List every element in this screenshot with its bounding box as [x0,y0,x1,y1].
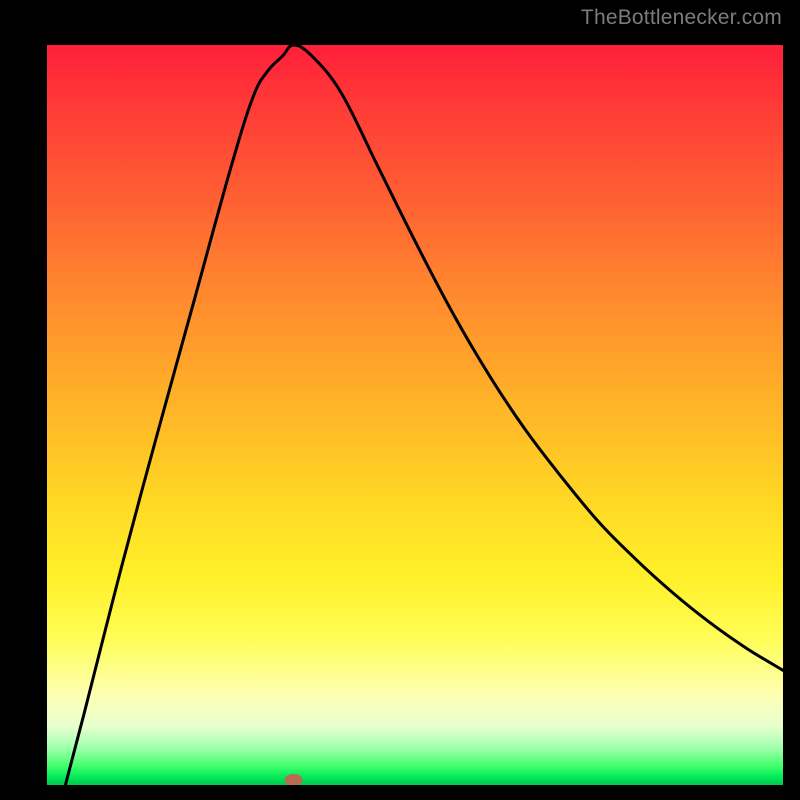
curve-svg [47,45,783,785]
plot-area [47,45,783,785]
chart-frame [15,15,785,785]
bottleneck-curve [65,45,783,785]
watermark-text: TheBottlenecker.com [581,6,782,30]
minimum-marker [285,774,303,785]
